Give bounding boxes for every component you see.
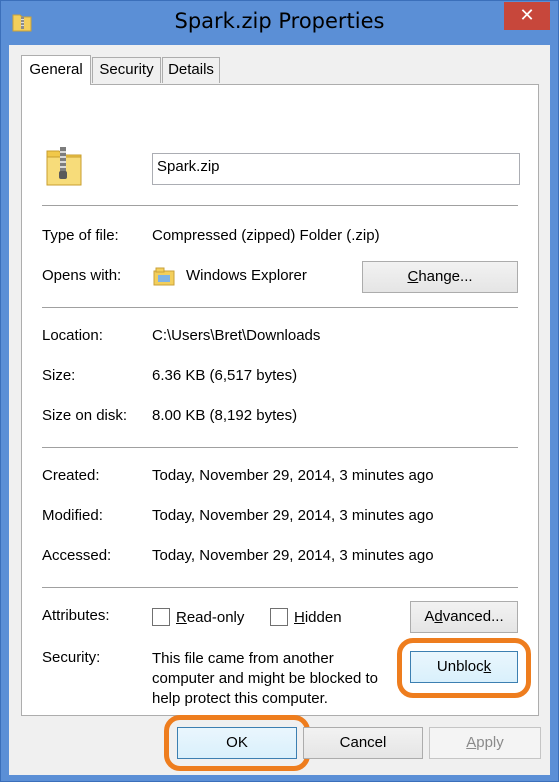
hidden-label: Hidden [294,609,342,626]
tab-security[interactable]: Security [92,57,161,83]
file-name-field[interactable]: Spark.zip [152,153,520,185]
type-label: Type of file: [42,227,119,244]
accessed-value: Today, November 29, 2014, 3 minutes ago [152,547,434,564]
window-title: Spark.zip Properties [174,9,385,33]
separator [42,447,518,448]
apply-label-post: pply [476,734,504,751]
dialog-client-area: General Security Details Spark.zip Type … [9,45,550,775]
accessed-label: Accessed: [42,547,112,564]
created-value: Today, November 29, 2014, 3 minutes ago [152,467,434,484]
type-value: Compressed (zipped) Folder (.zip) [152,227,380,244]
close-button[interactable]: ✕ [504,2,550,30]
read-only-text: ead-only [186,609,245,626]
change-button[interactable]: Change... [362,261,518,293]
separator [42,587,518,588]
security-label: Security: [42,649,101,666]
windows-explorer-icon [152,265,176,287]
hidden-text: idden [304,609,342,626]
tab-label: General [29,61,83,78]
change-label-post: hange... [418,268,473,285]
title-bar[interactable]: Spark.zip Properties ✕ [1,1,558,45]
separator [42,307,518,308]
ok-highlight [164,715,310,771]
size-value: 6.36 KB (6,517 bytes) [152,367,298,384]
unblock-highlight [397,638,531,698]
size-on-disk-value: 8.00 KB (8,192 bytes) [152,407,298,424]
security-message-line: computer and might be blocked to [152,670,378,687]
size-on-disk-label: Size on disk: [42,407,128,424]
advanced-label-pre: A [424,608,435,625]
read-only-checkbox[interactable] [152,608,170,626]
read-only-label: Read-only [176,609,244,626]
modified-label: Modified: [42,507,103,524]
read-only-key: R [176,609,187,626]
security-message: This file came from another computer and… [152,649,378,709]
opens-with-label: Opens with: [42,267,122,284]
security-message-line: This file came from another [152,650,334,667]
advanced-button[interactable]: Advanced... [410,601,518,633]
tab-label: Security [99,61,154,78]
opens-with-value: Windows Explorer [186,267,307,284]
file-name-value: Spark.zip [157,158,220,175]
separator [42,205,518,206]
tab-details[interactable]: Details [162,57,220,83]
zip-folder-icon [44,143,84,187]
apply-button[interactable]: Apply [429,727,541,759]
security-message-line: help protect this computer. [152,690,328,707]
change-label-key: C [407,268,419,285]
tab-general[interactable]: General [21,55,91,85]
general-panel: Spark.zip Type of file: Compressed (zipp… [21,84,539,716]
size-label: Size: [42,367,76,384]
advanced-label-post: vanced... [442,608,504,625]
created-label: Created: [42,467,100,484]
attributes-label: Attributes: [42,607,110,624]
cancel-button[interactable]: Cancel [303,727,423,759]
advanced-label-key: d [434,608,443,625]
properties-window: Spark.zip Properties ✕ General Security … [0,0,559,782]
hidden-checkbox[interactable] [270,608,288,626]
hidden-key: H [294,609,305,626]
tab-label: Details [168,61,214,78]
location-value: C:\Users\Bret\Downloads [152,327,321,344]
location-label: Location: [42,327,103,344]
modified-value: Today, November 29, 2014, 3 minutes ago [152,507,434,524]
apply-label-key: A [466,734,477,751]
